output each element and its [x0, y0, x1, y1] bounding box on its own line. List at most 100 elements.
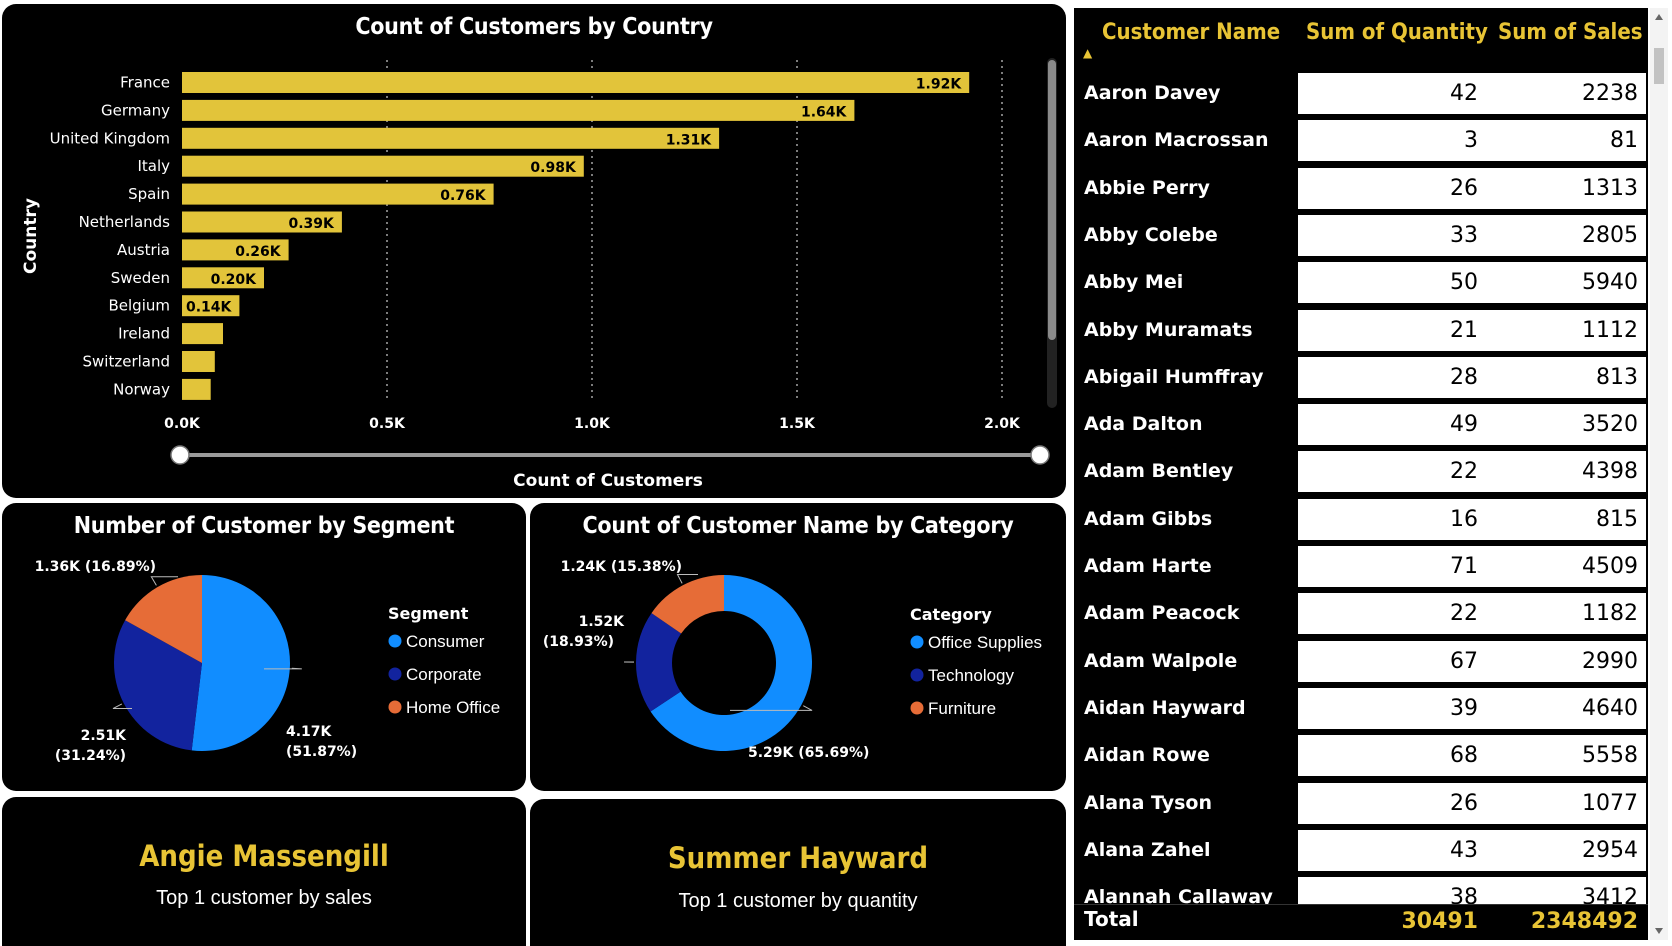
- customer-name-cell[interactable]: Abby Colebe: [1084, 212, 1218, 259]
- legend-marker[interactable]: [388, 700, 402, 714]
- customer-name-cell[interactable]: Adam Peacock: [1084, 590, 1239, 637]
- bar[interactable]: [182, 155, 584, 177]
- quantity-cell[interactable]: 33: [1298, 215, 1478, 256]
- customer-name-cell[interactable]: Aaron Macrossan: [1084, 117, 1268, 164]
- sales-cell[interactable]: 4640: [1478, 688, 1638, 729]
- sales-cell[interactable]: 2990: [1478, 641, 1638, 682]
- customer-name-cell[interactable]: Alana Tyson: [1084, 780, 1212, 827]
- table-row[interactable]: Adam Harte 71 4509: [1074, 543, 1648, 590]
- sales-cell[interactable]: 2238: [1478, 73, 1638, 114]
- customer-name-cell[interactable]: Aaron Davey: [1084, 70, 1220, 117]
- quantity-cell[interactable]: 16: [1298, 499, 1478, 540]
- customer-name-cell[interactable]: Adam Bentley: [1084, 448, 1233, 495]
- table-row[interactable]: Aaron Macrossan 3 81: [1074, 117, 1648, 164]
- zoom-slider-left-handle[interactable]: [170, 445, 190, 465]
- legend-marker[interactable]: [388, 634, 402, 648]
- quantity-cell[interactable]: 49: [1298, 404, 1478, 445]
- sales-cell[interactable]: 813: [1478, 357, 1638, 398]
- sales-cell[interactable]: 2805: [1478, 215, 1638, 256]
- legend-marker[interactable]: [910, 668, 924, 682]
- slice-consumer[interactable]: [191, 575, 290, 751]
- bar[interactable]: [182, 351, 215, 372]
- legend-marker[interactable]: [388, 667, 402, 681]
- sales-cell[interactable]: 4509: [1478, 546, 1638, 587]
- sales-cell[interactable]: 1182: [1478, 593, 1638, 634]
- quantity-cell[interactable]: 28: [1298, 357, 1478, 398]
- zoom-slider-right-handle[interactable]: [1030, 445, 1050, 465]
- bar[interactable]: [182, 72, 970, 93]
- sales-cell[interactable]: 2954: [1478, 830, 1638, 871]
- quantity-cell[interactable]: 42: [1298, 73, 1478, 114]
- quantity-cell[interactable]: 26: [1298, 783, 1478, 824]
- customer-name-cell[interactable]: Abby Mei: [1084, 259, 1183, 306]
- table-scrollbar[interactable]: [1650, 8, 1668, 940]
- quantity-cell[interactable]: 26: [1298, 168, 1478, 209]
- quantity-cell[interactable]: 67: [1298, 641, 1478, 682]
- table-row[interactable]: Abbie Perry 26 1313: [1074, 165, 1648, 212]
- sales-cell[interactable]: 3520: [1478, 404, 1638, 445]
- customer-name-cell[interactable]: Aidan Rowe: [1084, 732, 1210, 779]
- legend-item-label[interactable]: Technology: [928, 666, 1015, 685]
- sales-cell[interactable]: 1077: [1478, 783, 1638, 824]
- quantity-cell[interactable]: 3: [1298, 120, 1478, 161]
- scroll-up-arrow-icon[interactable]: [1655, 14, 1663, 20]
- table-row[interactable]: Adam Peacock 22 1182: [1074, 590, 1648, 637]
- bar[interactable]: [182, 99, 855, 121]
- table-row[interactable]: Abby Muramats 21 1112: [1074, 307, 1648, 354]
- quantity-cell[interactable]: 22: [1298, 451, 1478, 492]
- legend-marker[interactable]: [910, 635, 924, 649]
- legend-item-label[interactable]: Furniture: [928, 699, 996, 718]
- legend-item-label[interactable]: Corporate: [406, 665, 482, 684]
- quantity-cell[interactable]: 39: [1298, 688, 1478, 729]
- legend-marker[interactable]: [910, 701, 924, 715]
- quantity-cell[interactable]: 50: [1298, 262, 1478, 303]
- table-row[interactable]: Alana Tyson 26 1077: [1074, 780, 1648, 827]
- chart-scrollbar-thumb[interactable]: [1048, 60, 1056, 340]
- scroll-down-arrow-icon[interactable]: [1655, 928, 1663, 934]
- bar[interactable]: [182, 378, 211, 400]
- legend-item-label[interactable]: Consumer: [406, 632, 485, 651]
- customer-name-cell[interactable]: Alana Zahel: [1084, 827, 1211, 874]
- table-row[interactable]: Aidan Rowe 68 5558: [1074, 732, 1648, 779]
- scrollbar-thumb[interactable]: [1654, 48, 1664, 84]
- table-row[interactable]: Alana Zahel 43 2954: [1074, 827, 1648, 874]
- customer-name-cell[interactable]: Adam Gibbs: [1084, 496, 1212, 543]
- table-row[interactable]: Aaron Davey 42 2238: [1074, 70, 1648, 117]
- quantity-cell[interactable]: 22: [1298, 593, 1478, 634]
- customer-name-cell[interactable]: Aidan Hayward: [1084, 685, 1246, 732]
- bar[interactable]: [182, 127, 720, 149]
- customer-name-cell[interactable]: Adam Walpole: [1084, 638, 1237, 685]
- table-row[interactable]: Aidan Hayward 39 4640: [1074, 685, 1648, 732]
- quantity-cell[interactable]: 21: [1298, 310, 1478, 351]
- sales-cell[interactable]: 815: [1478, 499, 1638, 540]
- table-row[interactable]: Ada Dalton 49 3520: [1074, 401, 1648, 448]
- quantity-cell[interactable]: 68: [1298, 735, 1478, 776]
- customer-name-cell[interactable]: Ada Dalton: [1084, 401, 1203, 448]
- sales-cell[interactable]: 1112: [1478, 310, 1638, 351]
- column-header-sum-of-sales[interactable]: Sum of Sales: [1498, 20, 1643, 45]
- sales-cell[interactable]: 4398: [1478, 451, 1638, 492]
- bar[interactable]: [182, 323, 223, 345]
- table-row[interactable]: Abby Mei 50 5940: [1074, 259, 1648, 306]
- table-row[interactable]: Abby Colebe 33 2805: [1074, 212, 1648, 259]
- customer-name-cell[interactable]: Adam Harte: [1084, 543, 1212, 590]
- table-row[interactable]: Adam Gibbs 16 815: [1074, 496, 1648, 543]
- column-header-customer-name[interactable]: Customer Name: [1102, 20, 1280, 45]
- customer-name-cell[interactable]: Abby Muramats: [1084, 307, 1253, 354]
- table-row[interactable]: Adam Walpole 67 2990: [1074, 638, 1648, 685]
- column-header-sum-of-quantity[interactable]: Sum of Quantity: [1306, 20, 1488, 45]
- table-row[interactable]: Adam Bentley 22 4398: [1074, 448, 1648, 495]
- customer-name-cell[interactable]: Abigail Humffray: [1084, 354, 1264, 401]
- sales-cell[interactable]: 1313: [1478, 168, 1638, 209]
- sales-cell[interactable]: 5940: [1478, 262, 1638, 303]
- sort-ascending-icon[interactable]: ▲: [1083, 46, 1092, 60]
- customer-name-cell[interactable]: Abbie Perry: [1084, 165, 1210, 212]
- sales-cell[interactable]: 81: [1478, 120, 1638, 161]
- legend-item-label[interactable]: Office Supplies: [928, 633, 1042, 652]
- legend-item-label[interactable]: Home Office: [406, 698, 500, 717]
- quantity-cell[interactable]: 71: [1298, 546, 1478, 587]
- quantity-cell[interactable]: 43: [1298, 830, 1478, 871]
- customer-table[interactable]: Customer Name ▲ Sum of Quantity Sum of S…: [1074, 8, 1648, 940]
- table-row[interactable]: Abigail Humffray 28 813: [1074, 354, 1648, 401]
- sales-cell[interactable]: 5558: [1478, 735, 1638, 776]
